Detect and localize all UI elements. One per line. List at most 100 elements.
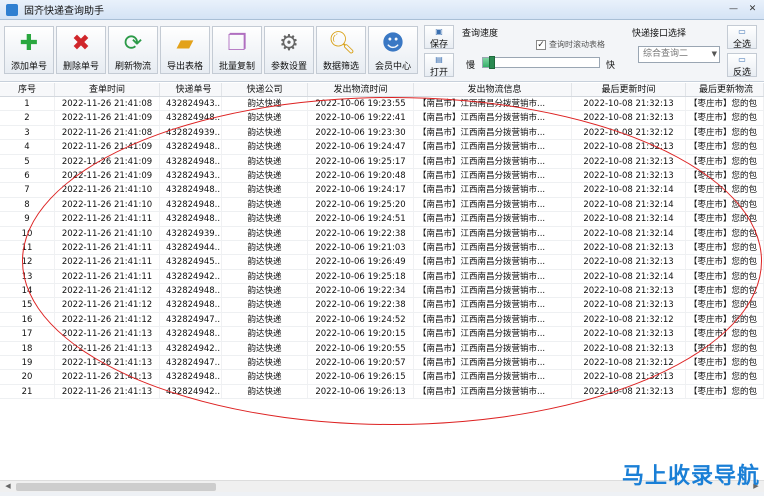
table-cell: 432824948... — [160, 154, 222, 168]
table-row[interactable]: 20 2022-11-26 21:41:13 432824948... 韵达快递 202… — [0, 370, 764, 385]
table-cell: 【枣庄市】您的包 — [686, 226, 764, 240]
table-cell: 19 — [0, 356, 55, 370]
minimize-icon[interactable]: — — [726, 3, 741, 16]
table-cell: 韵达快递 — [222, 125, 308, 140]
table-row[interactable]: 8 2022-11-26 21:41:10 432824948... 韵达快递 2022… — [0, 197, 764, 213]
table-row[interactable]: 10 2022-11-26 21:41:10 432824939... 韵达快递 202… — [0, 226, 764, 241]
column-header[interactable]: 快递公司 — [222, 83, 308, 96]
save-label: 保存 — [429, 40, 448, 50]
table-cell: 韵达快递 — [222, 341, 308, 356]
table-row[interactable]: 6 2022-11-26 21:41:09 432824943... 韵达快递 2022… — [0, 168, 764, 184]
table-cell: 2022-10-08 21:32:12 — [572, 356, 686, 370]
batch-copy-button[interactable]: ❐ 批量复制 — [212, 26, 262, 74]
table-cell: 2022-10-08 21:32:14 — [572, 212, 686, 226]
table-cell: 2022-11-26 21:41:13 — [55, 327, 160, 341]
table-cell: 【枣庄市】您的包 — [686, 140, 764, 154]
table-cell: 【枣庄市】您的包 — [686, 212, 764, 226]
watermark: 马上收录导航 — [621, 464, 760, 489]
table-row[interactable]: 1 2022-11-26 21:41:08 432824943... 韵达快递 2022… — [0, 97, 764, 112]
invert-selection-button[interactable]: ▭ 反选 — [727, 53, 757, 78]
column-header[interactable]: 序号 — [0, 83, 55, 96]
table-row[interactable]: 14 2022-11-26 21:41:12 432824948... 韵达快递 202… — [0, 284, 764, 299]
export-table-button[interactable]: ▰ 导出表格 — [160, 26, 210, 74]
table-cell: 2022-10-06 19:22:34 — [308, 284, 414, 298]
table-row[interactable]: 21 2022-11-26 21:41:13 432824942... 韵达快递 202… — [0, 384, 764, 400]
table-row[interactable]: 11 2022-11-26 21:41:11 432824944... 韵达快递 202… — [0, 240, 764, 256]
column-header[interactable]: 发出物流时间 — [308, 83, 414, 96]
table-cell: 【枣庄市】您的包 — [686, 111, 764, 125]
table-row[interactable]: 15 2022-11-26 21:41:12 432824948... 韵达快递 202… — [0, 298, 764, 313]
table-cell: 2022-11-26 21:41:10 — [55, 183, 160, 197]
add-number-button[interactable]: ✚ 添加单号 — [4, 26, 54, 74]
table-cell: 2022-10-08 21:32:12 — [572, 125, 686, 140]
window-controls: — ✕ — [726, 3, 760, 16]
column-header[interactable]: 发出物流信息 — [414, 83, 572, 96]
table-row[interactable]: 13 2022-11-26 21:41:11 432824942... 韵达快递 202… — [0, 269, 764, 285]
table-cell: 432824948... — [160, 183, 222, 197]
table-row[interactable]: 12 2022-11-26 21:41:11 432824945... 韵达快递 202… — [0, 255, 764, 270]
refresh-logistics-button[interactable]: ⟳ 刷新物流 — [108, 26, 158, 74]
auto-scroll-checkbox[interactable]: ✓ — [536, 39, 546, 50]
close-icon[interactable]: ✕ — [745, 3, 760, 16]
column-header[interactable]: 最后更新时间 — [572, 83, 686, 96]
table-cell: 【南昌市】江西南昌分拨营销市... — [414, 97, 572, 111]
window-title: 固齐快递查询助手 — [24, 6, 104, 17]
table-cell: 2022-10-06 19:26:49 — [308, 255, 414, 269]
scrollbar-thumb[interactable] — [16, 483, 216, 491]
table-cell: 2022-10-08 21:32:13 — [572, 168, 686, 183]
table-cell: 1 — [0, 97, 55, 111]
table-cell: 2022-10-06 19:22:38 — [308, 298, 414, 312]
auto-scroll-label: 查询时滚动表格 — [549, 40, 605, 49]
member-center-button[interactable]: ☻ 会员中心 — [368, 26, 418, 74]
column-header[interactable]: 最后更新物流 — [686, 83, 764, 96]
table-cell: 韵达快递 — [222, 140, 308, 154]
table-row[interactable]: 18 2022-11-26 21:41:13 432824942... 韵达快递 202… — [0, 341, 764, 357]
speed-slider-thumb[interactable] — [489, 56, 496, 69]
scroll-left-icon[interactable]: ◀ — [2, 482, 14, 492]
open-button[interactable]: ▤ 打开 — [424, 53, 454, 78]
table-cell: 432824943... — [160, 97, 222, 111]
table-row[interactable]: 17 2022-11-26 21:41:13 432824948... 韵达快递 202… — [0, 327, 764, 342]
table-row[interactable]: 2 2022-11-26 21:41:09 432824948... 韵达快递 2022… — [0, 111, 764, 126]
table-row[interactable]: 19 2022-11-26 21:41:13 432824947... 韵达快递 202… — [0, 356, 764, 371]
table-row[interactable]: 4 2022-11-26 21:41:09 432824948... 韵达快递 2022… — [0, 140, 764, 155]
table-cell: 韵达快递 — [222, 269, 308, 284]
data-filter-button[interactable]: 🔍︎ 数据筛选 — [316, 26, 366, 74]
table-cell: 2022-11-26 21:41:12 — [55, 284, 160, 298]
column-header[interactable]: 快递单号 — [160, 83, 222, 96]
table-cell: 432824939... — [160, 125, 222, 140]
auto-scroll-option[interactable]: ✓ 查询时滚动表格 — [536, 39, 605, 50]
table-cell: 【南昌市】江西南昌分拨营销市... — [414, 212, 572, 226]
table-row[interactable]: 9 2022-11-26 21:41:11 432824948... 韵达快递 2022… — [0, 212, 764, 227]
select-all-button[interactable]: ▭ 全选 — [727, 25, 757, 50]
table-cell: 432824948... — [160, 284, 222, 298]
table-cell: 4 — [0, 140, 55, 154]
fast-label: 快 — [606, 61, 616, 71]
save-button[interactable]: ▣ 保存 — [424, 25, 454, 50]
table-cell: 432824943... — [160, 168, 222, 183]
table-cell: 2022-10-08 21:32:12 — [572, 312, 686, 327]
table-cell: 2022-11-26 21:41:09 — [55, 111, 160, 125]
table-row[interactable]: 7 2022-11-26 21:41:10 432824948... 韵达快递 2022… — [0, 183, 764, 198]
table-cell: 韵达快递 — [222, 226, 308, 240]
table-cell: 2022-10-06 19:26:13 — [308, 384, 414, 399]
api-select-dropdown[interactable]: 综合查询二 ▼ — [638, 46, 720, 63]
speed-slider[interactable] — [482, 56, 600, 69]
table-row[interactable]: 3 2022-11-26 21:41:08 432824939... 韵达快递 2022… — [0, 125, 764, 141]
table-row[interactable]: 16 2022-11-26 21:41:12 432824947... 韵达快递 202… — [0, 312, 764, 328]
table-cell: 12 — [0, 255, 55, 269]
table-cell: 【南昌市】江西南昌分拨营销市... — [414, 255, 572, 269]
x-icon: ✖ — [71, 31, 91, 56]
table-cell: 2022-11-26 21:41:13 — [55, 356, 160, 370]
settings-button[interactable]: ⚙ 参数设置 — [264, 26, 314, 74]
table-cell: 韵达快递 — [222, 183, 308, 197]
delete-number-label: 删除单号 — [62, 62, 99, 72]
column-header[interactable]: 查单时间 — [55, 83, 160, 96]
settings-label: 参数设置 — [270, 62, 307, 72]
table-cell: 2022-10-08 21:32:14 — [572, 226, 686, 240]
table-row[interactable]: 5 2022-11-26 21:41:09 432824948... 韵达快递 2022… — [0, 154, 764, 169]
delete-number-button[interactable]: ✖ 删除单号 — [56, 26, 106, 74]
table-cell: 2022-10-06 19:24:47 — [308, 140, 414, 154]
status-bar — [0, 492, 764, 496]
api-select-title: 快递接口选择 — [632, 29, 687, 39]
